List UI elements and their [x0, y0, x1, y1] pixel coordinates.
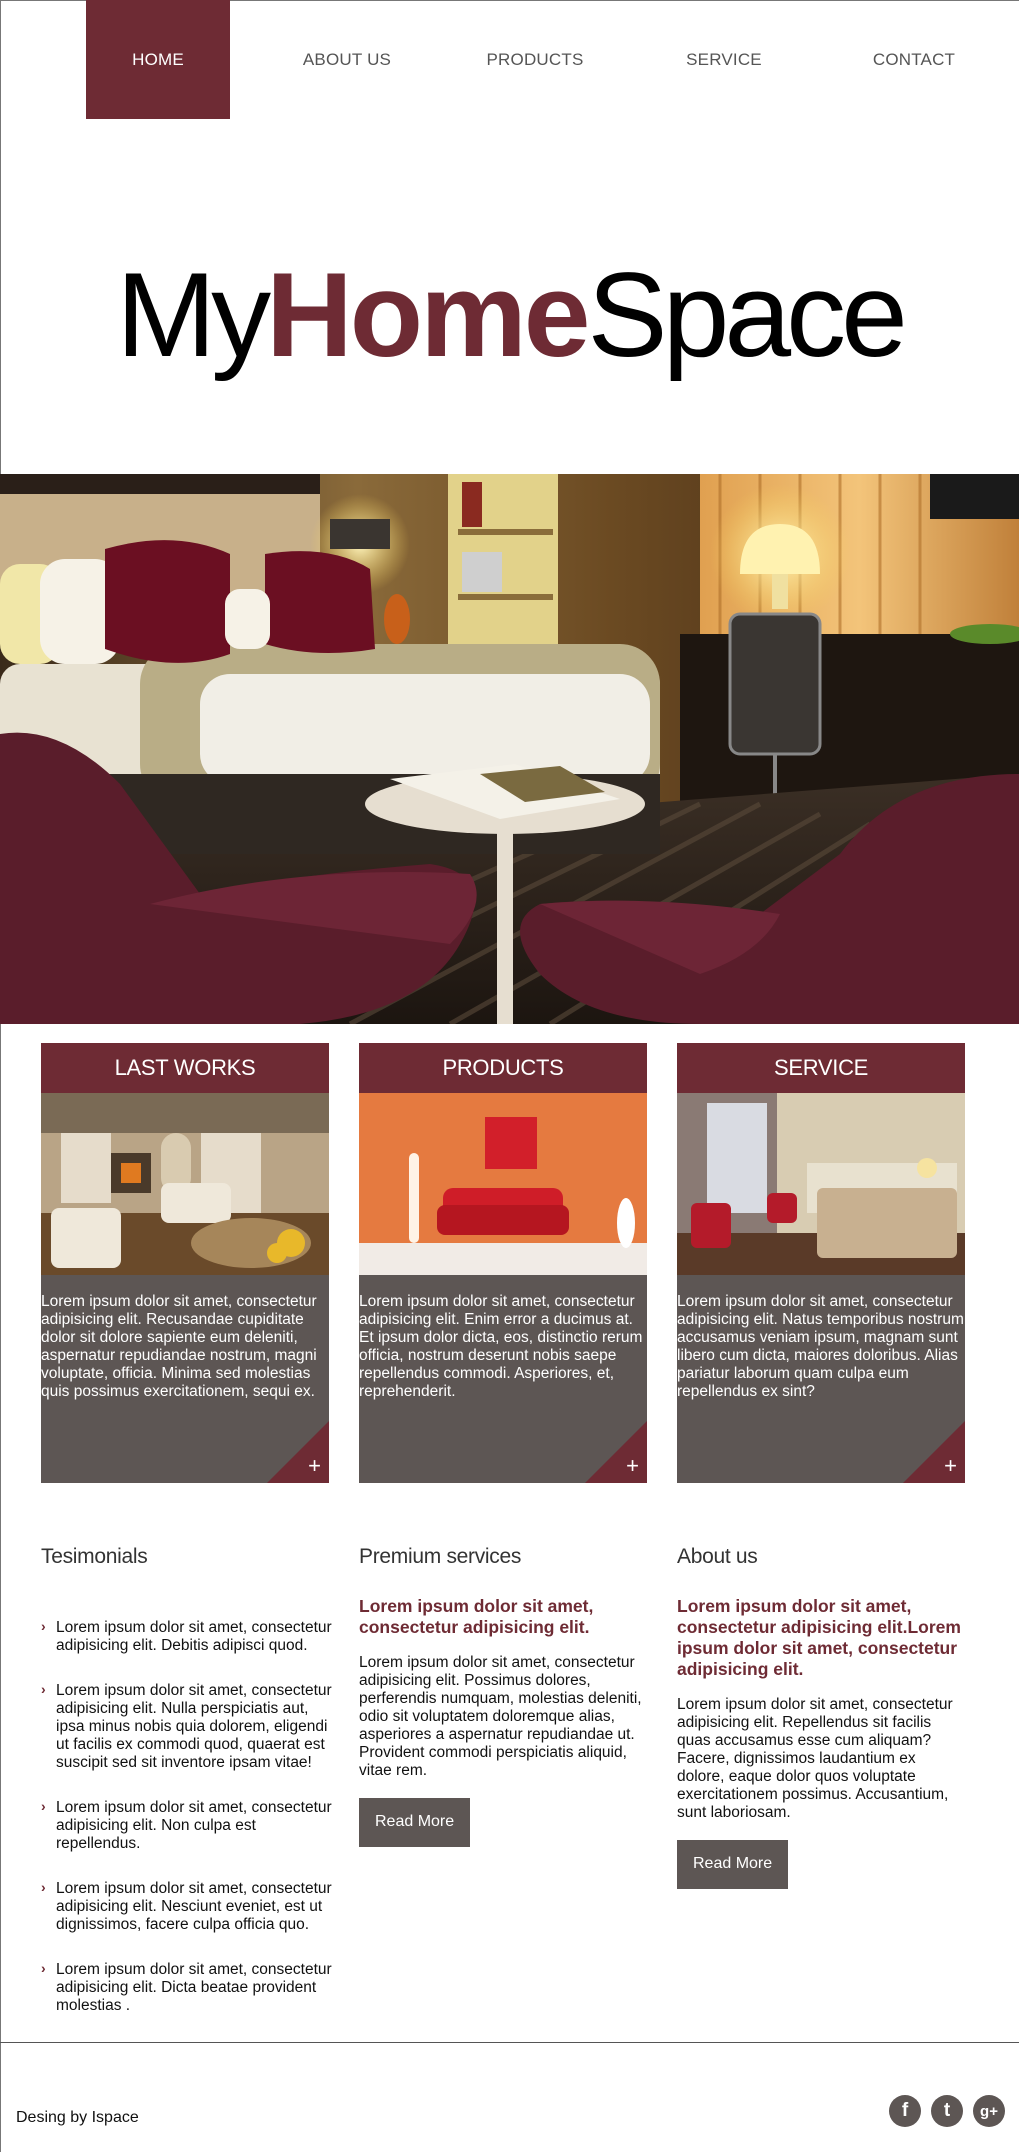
- card-image-living-room: [41, 1093, 329, 1275]
- logo-my: My: [116, 248, 271, 382]
- testimonial-item: › Lorem ipsum dolor sit amet, consectetur…: [41, 1618, 332, 1654]
- card-title: PRODUCTS: [359, 1043, 647, 1093]
- chevron-right-icon: ›: [41, 1681, 46, 1697]
- hero-image-bedroom: [0, 474, 1019, 1024]
- card-image-red-sofa: [359, 1093, 647, 1275]
- premium-lead: Lorem ipsum dolor sit amet, consectetur …: [359, 1596, 594, 1637]
- card-service: SERVICE Lorem ipsum dolor sit amet, cons…: [677, 1043, 965, 1483]
- card-last-works: LAST WORKS Lorem ipsum dolor sit amet, c…: [41, 1043, 329, 1483]
- testimonial-item: › Lorem ipsum dolor sit amet, consectetur…: [41, 1960, 332, 2014]
- testimonial-item: › Lorem ipsum dolor sit amet, consectetur…: [41, 1681, 332, 1771]
- about-body: Lorem ipsum dolor sit amet, consectetur …: [677, 1696, 953, 1821]
- facebook-icon[interactable]: f: [889, 2095, 921, 2127]
- main-nav: HOME ABOUT US PRODUCTS SERVICE CONTACT: [0, 0, 1019, 119]
- nav-contact[interactable]: CONTACT: [842, 0, 986, 119]
- google-plus-icon[interactable]: g+: [973, 2095, 1005, 2127]
- about-us-section: About us Lorem ipsum dolor sit amet, con…: [677, 1545, 967, 1889]
- footer-credit: Desing by Ispace: [16, 2109, 139, 2126]
- chevron-right-icon: ›: [41, 1798, 46, 1814]
- hero-illustration: [0, 474, 1019, 1024]
- chevron-right-icon: ›: [41, 1879, 46, 1895]
- section-title: About us: [677, 1545, 758, 1568]
- logo-space: Space: [587, 248, 908, 382]
- read-more-button[interactable]: Read More: [359, 1798, 471, 1847]
- card-text: Lorem ipsum dolor sit amet, consectetur …: [677, 1293, 964, 1400]
- testimonial-item: › Lorem ipsum dolor sit amet, consectetur…: [41, 1879, 332, 1933]
- testimonials-section: Tesimonials › Lorem ipsum dolor sit amet,…: [41, 1545, 341, 2042]
- card-image-bedroom: [677, 1093, 965, 1275]
- testimonial-item: › Lorem ipsum dolor sit amet, consectetur…: [41, 1798, 332, 1852]
- chevron-right-icon: ›: [41, 1618, 46, 1634]
- nav-service[interactable]: SERVICE: [652, 0, 796, 119]
- premium-body: Lorem ipsum dolor sit amet, consectetur …: [359, 1654, 642, 1779]
- section-title: Tesimonials: [41, 1545, 148, 1568]
- card-title: SERVICE: [677, 1043, 965, 1093]
- section-title: Premium services: [359, 1545, 522, 1568]
- premium-services-section: Premium services Lorem ipsum dolor sit a…: [359, 1545, 649, 1847]
- plus-icon[interactable]: +: [626, 1455, 639, 1477]
- plus-icon[interactable]: +: [308, 1455, 321, 1477]
- nav-products[interactable]: PRODUCTS: [463, 0, 607, 119]
- logo-home: Home: [266, 248, 590, 382]
- nav-home[interactable]: HOME: [86, 0, 230, 119]
- chevron-right-icon: ›: [41, 1960, 46, 1976]
- testimonial-list: › Lorem ipsum dolor sit amet, consectetur…: [41, 1618, 341, 2015]
- twitter-icon[interactable]: t: [931, 2095, 963, 2127]
- card-title: LAST WORKS: [41, 1043, 329, 1093]
- about-lead: Lorem ipsum dolor sit amet, consectetur …: [677, 1596, 961, 1679]
- card-text: Lorem ipsum dolor sit amet, consectetur …: [41, 1293, 317, 1400]
- card-text: Lorem ipsum dolor sit amet, consectetur …: [359, 1293, 643, 1400]
- footer-divider: [0, 2042, 1019, 2043]
- site-logo[interactable]: MyHomeSpace: [0, 255, 1019, 375]
- nav-about-us[interactable]: ABOUT US: [275, 0, 419, 119]
- plus-icon[interactable]: +: [944, 1455, 957, 1477]
- card-products: PRODUCTS Lorem ipsum dolor sit amet, con…: [359, 1043, 647, 1483]
- read-more-button[interactable]: Read More: [677, 1840, 789, 1889]
